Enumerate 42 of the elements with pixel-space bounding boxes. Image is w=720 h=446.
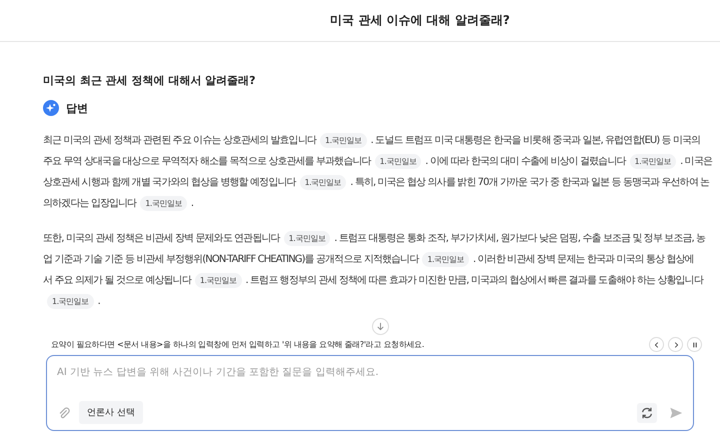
page-title: 미국 관세 이슈에 대해 알려줄래?: [330, 12, 510, 29]
answer-text: .: [98, 296, 100, 307]
answer-text: 또한, 미국의 관세 정책은 비관세 장벽 문제와도 연관됩니다: [43, 233, 280, 244]
pause-button[interactable]: [687, 337, 702, 352]
refresh-icon: [640, 406, 654, 420]
answer-text: 상호관세 시행과 함께 개별 국가와의 협상을 병행할 예정입니다: [43, 177, 296, 188]
paperclip-icon[interactable]: [57, 406, 71, 420]
answer-text: . 미국은: [680, 156, 712, 167]
answer-label: 답변: [66, 100, 88, 116]
chat-input-box[interactable]: AI 기반 뉴스 답변을 위해 사건이나 기간을 포함한 질문을 입력해주세요. 언론사 선택: [46, 355, 694, 431]
citation-chip[interactable]: 1.국민일보: [320, 133, 367, 148]
citation-chip[interactable]: 1.국민일보: [194, 273, 242, 288]
answer-text: 서 주요 의제가 될 것으로 예상됩니다: [43, 275, 191, 286]
sparkle-icon: [43, 100, 59, 116]
answer-text: 주요 무역 상대국을 대상으로 무역적자 해소를 목적으로 상호관세를 부과했습니다: [43, 156, 371, 167]
next-button[interactable]: [668, 337, 683, 352]
answer-text: . 이에 따라 한국의 대미 수출에 비상이 걸렸습니다: [425, 156, 626, 167]
citation-chip[interactable]: 1.국민일보: [374, 154, 422, 169]
citation-chip[interactable]: 1.국민일보: [300, 175, 346, 190]
tip-text: 요약이 필요하다면 <문서 내용>을 하나의 입력창에 먼저 입력하고 '위 내용을 요약해 줄래?'라고 요청하세요.: [51, 339, 424, 350]
citation-chip[interactable]: 1.국민일보: [47, 294, 94, 309]
answer-text: 업 기준과 기술 기준 등 비관세 부정행위(NON-TARIFF CHEATING)를 공개적으로 지적했습니다: [43, 254, 418, 265]
answer-text: . 이러한 비관세 장벽 문제는 한국과 미국의 통상 협상에: [473, 254, 694, 265]
refresh-button[interactable]: [637, 402, 657, 422]
citation-chip[interactable]: 1.국민일보: [284, 231, 330, 246]
answer-text: .: [190, 198, 194, 209]
citation-chip[interactable]: 1.국민일보: [422, 252, 470, 267]
citation-chip[interactable]: 1.국민일보: [140, 196, 187, 211]
answer-text: 최근 미국의 관세 정책과 관련된 주요 이슈는 상호관세의 발효입니다: [43, 135, 316, 146]
chevron-left-icon: [652, 340, 660, 348]
publisher-select-button[interactable]: 언론사 선택: [79, 401, 143, 424]
arrow-down-icon: [376, 322, 385, 331]
pause-icon: [690, 340, 698, 348]
answer-text: . 트럼프 대통령은 통화 조작, 부가가치세, 원가보다 낮은 덤핑, 수출 보조금 및 정부 보조금, 농: [334, 233, 706, 244]
answer-text: . 특히, 미국은 협상 의사를 밝힌 70개 가까운 국가 중 한국과 일본 등 동맹국과 우선하여 논: [350, 177, 710, 188]
answer-text: 의하겠다는 입장입니다: [43, 198, 136, 209]
answer-text: . 트럼프 행정부의 관세 정책에 따른 효과가 미진한 만큼, 미국과의 협상에서 빠른 결과를 도출해야 하는 상황입니다: [246, 275, 703, 286]
scroll-down-button[interactable]: [372, 318, 389, 335]
citation-chip[interactable]: 1.국민일보: [630, 154, 676, 169]
previous-button[interactable]: [649, 337, 664, 352]
question-text: 미국의 최근 관세 정책에 대해서 알려줄래?: [43, 73, 257, 88]
answer-text: . 도널드 트럼프 미국 대통령은 한국을 비롯해 중국과 일본, 유럽연합(EU) 등 미국의: [370, 135, 700, 146]
